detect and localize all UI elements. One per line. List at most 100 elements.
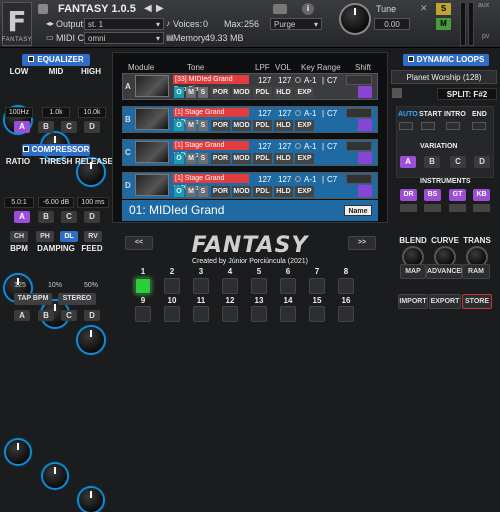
performance-pad[interactable] <box>164 278 180 294</box>
eq-slot-a[interactable]: A <box>14 121 30 133</box>
export-button[interactable]: EXPORT <box>429 294 461 309</box>
instrument-kb-level[interactable] <box>473 204 490 212</box>
row-btn-hld[interactable]: HLD <box>274 153 293 164</box>
key-range-high[interactable]: C7 <box>327 142 337 151</box>
variation-c[interactable]: C <box>450 156 466 168</box>
row-btn-s[interactable]: S <box>198 120 208 131</box>
row-btn-por[interactable]: POR <box>211 120 230 131</box>
row-btn-pdl[interactable]: PDL <box>253 120 272 131</box>
row-btn-mod[interactable]: MOD <box>232 153 251 164</box>
lpf-value[interactable]: 127 <box>258 76 271 85</box>
info-icon[interactable]: i <box>302 3 314 15</box>
row-btn-m[interactable]: M <box>186 186 196 197</box>
row-btn-hld[interactable]: HLD <box>274 87 293 98</box>
instrument-gt-level[interactable] <box>449 204 466 212</box>
performance-pad[interactable] <box>338 278 354 294</box>
eq-high-value[interactable]: 10.0k <box>78 107 106 118</box>
instrument-bs-level[interactable] <box>424 204 441 212</box>
eq-mid-value[interactable]: 1.0k <box>42 107 70 118</box>
next-preset-button[interactable]: >> <box>348 236 376 250</box>
row-btn-por[interactable]: POR <box>211 87 230 98</box>
rename-button[interactable]: Name <box>344 205 372 216</box>
row-btn-pdl[interactable]: PDL <box>253 87 272 98</box>
performance-pad[interactable] <box>135 306 151 322</box>
close-icon[interactable]: ✕ <box>420 3 428 14</box>
row-btn-hld[interactable]: HLD <box>274 120 293 131</box>
row-btn-mod[interactable]: MOD <box>232 87 251 98</box>
prev-preset-button[interactable]: << <box>125 236 153 250</box>
eq-slot-c[interactable]: C <box>61 121 77 133</box>
comp-slot-b[interactable]: B <box>38 211 54 223</box>
row-btn-exp[interactable]: EXP <box>295 153 314 164</box>
row-btn-o[interactable]: O <box>174 153 184 164</box>
comp-slot-c[interactable]: C <box>61 211 77 223</box>
comp-thresh-value[interactable]: -6.00 dB <box>38 197 74 208</box>
performance-pad[interactable] <box>222 278 238 294</box>
lpf-value[interactable]: 127 <box>258 142 271 151</box>
performance-pad[interactable] <box>309 306 325 322</box>
vol-value[interactable]: 127 <box>278 175 291 184</box>
loop-start-button[interactable]: START <box>419 111 442 118</box>
equalizer-power-icon[interactable] <box>28 56 35 62</box>
row-btn-por[interactable]: POR <box>211 186 230 197</box>
piano-module-thumbnail[interactable] <box>135 141 169 163</box>
vol-value[interactable]: 127 <box>278 142 291 151</box>
tone-name[interactable]: [1] Stage Grand <box>173 174 249 183</box>
ram-button[interactable]: RAM <box>462 264 490 279</box>
tap-bpm-button[interactable]: TAP BPM <box>14 293 52 305</box>
instrument-dr-level[interactable] <box>400 204 417 212</box>
key-range-radio[interactable] <box>295 110 301 116</box>
instrument-gt[interactable]: GT <box>449 189 466 201</box>
row-btn-m[interactable]: M <box>186 87 196 98</box>
compressor-power-icon[interactable] <box>22 146 29 152</box>
eq-low-value[interactable]: 100Hz <box>5 107 33 118</box>
row-btn-s[interactable]: S <box>198 87 208 98</box>
performance-pad[interactable] <box>251 278 267 294</box>
comp-slot-a[interactable]: A <box>14 211 30 223</box>
fx-tab-dl[interactable]: DL <box>60 231 78 242</box>
mute-button[interactable]: M <box>436 18 451 30</box>
fx-tab-ph[interactable]: PH <box>36 231 54 242</box>
shift-field[interactable] <box>346 141 372 151</box>
fx-tab-ch[interactable]: CH <box>10 231 28 242</box>
key-range-low[interactable]: A-1 <box>304 142 316 151</box>
tone-name[interactable]: [1] Stage Grand <box>173 108 249 117</box>
piano-module-thumbnail[interactable] <box>135 108 169 130</box>
tone-name[interactable]: [33] MIDIed Grand <box>173 75 249 84</box>
loop-auto-button[interactable]: AUTO <box>398 111 418 118</box>
row-btn-mod[interactable]: MOD <box>232 186 251 197</box>
row-btn-m[interactable]: M <box>186 120 196 131</box>
loops-power-icon[interactable] <box>407 56 414 62</box>
performance-pad[interactable] <box>164 306 180 322</box>
performance-pad[interactable] <box>280 306 296 322</box>
vol-value[interactable]: 127 <box>278 76 291 85</box>
variation-d[interactable]: D <box>474 156 490 168</box>
row-btn-exp[interactable]: EXP <box>295 87 314 98</box>
split-checkbox[interactable] <box>392 88 402 98</box>
performance-pad[interactable] <box>193 306 209 322</box>
purge-select[interactable]: Purge ▾ <box>270 18 322 30</box>
row-btn-s[interactable]: S <box>198 186 208 197</box>
advanced-button[interactable]: ADVANCED <box>426 264 466 279</box>
row-btn-mod[interactable]: MOD <box>232 120 251 131</box>
delay-damping-knob[interactable] <box>43 464 67 488</box>
row-btn-hld[interactable]: HLD <box>274 186 293 197</box>
key-range-radio[interactable] <box>295 143 301 149</box>
comp-release-knob[interactable] <box>78 327 104 353</box>
row-btn-o[interactable]: O <box>174 120 184 131</box>
performance-pad[interactable] <box>338 306 354 322</box>
tune-value[interactable]: 0.00 <box>374 18 410 30</box>
tone-name[interactable]: [1] Stage Grand <box>173 141 249 150</box>
stereo-button[interactable]: STEREO <box>58 293 96 305</box>
row-btn-por[interactable]: POR <box>211 153 230 164</box>
comp-ratio-value[interactable]: 5.0:1 <box>4 197 34 208</box>
performance-pad[interactable] <box>280 278 296 294</box>
prev-instrument-button[interactable]: ◀ <box>144 3 152 14</box>
loop-intro-button[interactable]: INTRO <box>444 111 466 118</box>
performance-pad[interactable] <box>309 278 325 294</box>
output-select[interactable]: st. 1 ▾ <box>84 18 164 30</box>
delay-slot-d[interactable]: D <box>84 310 100 321</box>
row-btn-pdl[interactable]: PDL <box>253 186 272 197</box>
key-range-high[interactable]: C7 <box>327 76 337 85</box>
delay-slot-c[interactable]: C <box>61 310 77 321</box>
